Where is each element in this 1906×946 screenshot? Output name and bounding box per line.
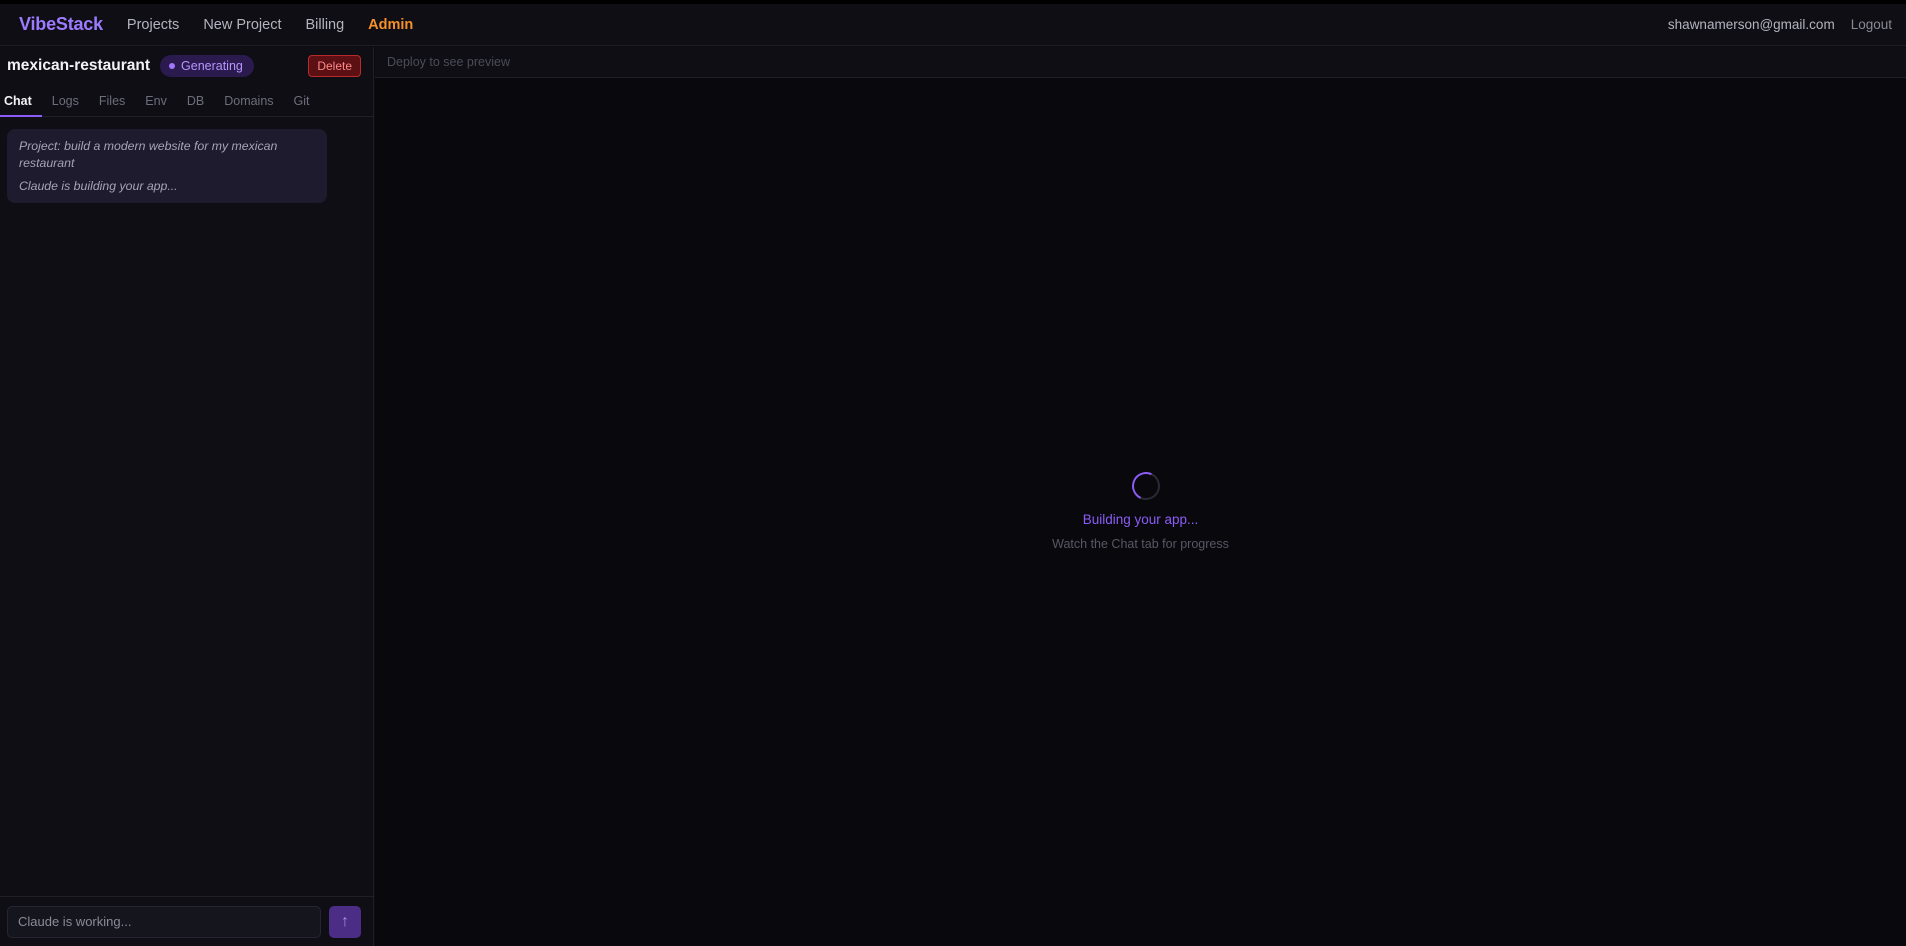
preview-placeholder: Deploy to see preview: [387, 55, 510, 69]
project-prompt-text: Project: build a modern website for my m…: [19, 139, 278, 170]
status-label: Generating: [181, 59, 243, 73]
building-status-text: Claude is building your app...: [19, 179, 178, 193]
arrow-up-icon: ↑: [341, 912, 350, 930]
loading-title: Building your app...: [1082, 512, 1199, 527]
nav-new-project[interactable]: New Project: [203, 17, 281, 33]
loader: [1128, 468, 1164, 504]
nav-admin[interactable]: Admin: [368, 17, 413, 33]
nav-projects[interactable]: Projects: [127, 17, 179, 33]
nav-billing[interactable]: Billing: [305, 17, 344, 33]
header-user-area: shawnamerson@gmail.com Logout: [1668, 17, 1892, 32]
project-header: mexican-restaurant Generating Delete: [0, 47, 373, 85]
project-sidebar: mexican-restaurant Generating Delete Cha…: [0, 47, 374, 946]
tab-files[interactable]: Files: [89, 85, 135, 116]
tab-env[interactable]: Env: [135, 85, 177, 116]
spinner-icon: [1128, 468, 1164, 504]
brand-logo[interactable]: VibeStack: [19, 14, 103, 35]
sidebar-tabs: Chat Logs Files Env DB Domains Git: [0, 85, 373, 117]
top-nav: VibeStack Projects New Project Billing A…: [0, 4, 1906, 46]
logout-button[interactable]: Logout: [1851, 17, 1892, 32]
system-message: Project: build a modern website for my m…: [7, 129, 327, 203]
loading-subtitle: Watch the Chat tab for progress: [1052, 537, 1229, 551]
tab-domains[interactable]: Domains: [214, 85, 283, 116]
delete-button[interactable]: Delete: [308, 55, 361, 77]
chat-messages: Project: build a modern website for my m…: [0, 117, 373, 215]
tab-db[interactable]: DB: [177, 85, 214, 116]
preview-url-bar: Deploy to see preview: [375, 47, 1906, 78]
send-button[interactable]: ↑: [329, 905, 361, 938]
tab-git[interactable]: Git: [284, 85, 320, 116]
status-dot-icon: [169, 63, 176, 69]
preview-pane: Building your app... Watch the Chat tab …: [375, 78, 1906, 946]
chat-input[interactable]: [7, 905, 322, 938]
tab-chat[interactable]: Chat: [0, 85, 42, 117]
user-email: shawnamerson@gmail.com: [1667, 17, 1835, 32]
project-name: mexican-restaurant: [7, 57, 151, 74]
chat-composer: ↑: [0, 896, 373, 946]
tab-logs[interactable]: Logs: [42, 85, 89, 116]
status-badge: Generating: [160, 55, 254, 77]
